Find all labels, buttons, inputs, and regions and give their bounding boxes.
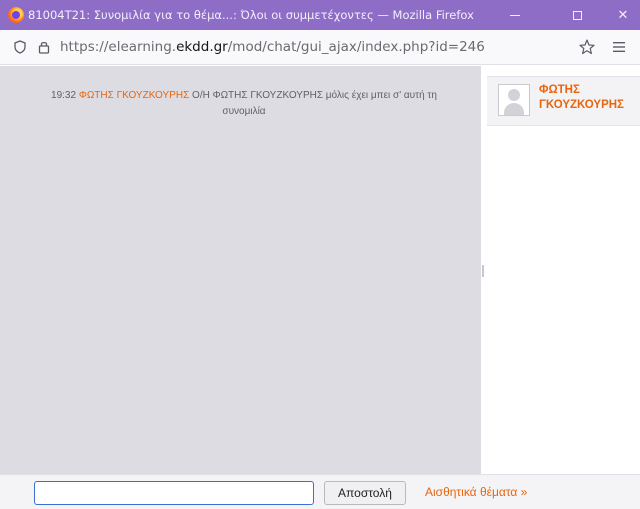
hamburger-menu-icon[interactable] [612, 40, 626, 54]
window-titlebar: 81004T21: Συνομιλία για το θέμα...: Όλοι… [0, 0, 640, 30]
url-prefix: https://elearning. [60, 39, 177, 55]
url-path: /mod/chat/gui_ajax/index.php?id=246 [227, 39, 485, 55]
user-name[interactable]: ΦΩΤΗΣ ΓΚΟΥΖΚΟΥΡΗΣ [539, 83, 639, 113]
maximize-icon [572, 10, 582, 20]
address-bar: https://elearning.ekdd.gr/mod/chat/gui_a… [0, 30, 640, 65]
themes-link[interactable]: Αισθητικά θέματα » [425, 485, 527, 499]
resize-grip[interactable] [482, 265, 484, 277]
message-input[interactable] [34, 481, 314, 505]
star-icon[interactable] [578, 38, 596, 56]
lock-icon[interactable] [38, 40, 50, 54]
window-title: 81004T21: Συνομιλία για το θέμα...: Όλοι… [28, 8, 474, 22]
shield-icon[interactable] [14, 40, 26, 54]
message-user[interactable]: ΦΩΤΗΣ ΓΚΟΥΖΚΟΥΡΗΣ [79, 90, 189, 101]
firefox-icon [8, 7, 24, 23]
url-field[interactable]: https://elearning.ekdd.gr/mod/chat/gui_a… [60, 39, 485, 56]
close-icon: ✕ [617, 7, 629, 23]
message-text: Ο/Η ΦΩΤΗΣ ΓΚΟΥΖΚΟΥΡΗΣ μόλις έχει μπει σ'… [192, 90, 437, 117]
send-button[interactable]: Αποστολή [324, 481, 406, 505]
composer-bar: Αποστολή Αισθητικά θέματα » [0, 474, 640, 509]
close-button[interactable]: ✕ [606, 0, 640, 30]
chat-message: 19:32 ΦΩΤΗΣ ΓΚΟΥΖΚΟΥΡΗΣ Ο/Η ΦΩΤΗΣ ΓΚΟΥΖΚ… [44, 88, 444, 120]
minimize-button[interactable] [498, 0, 532, 30]
avatar [498, 84, 530, 116]
url-domain: ekdd.gr [176, 39, 228, 55]
message-time: 19:32 [51, 90, 77, 101]
chat-users-panel: ΦΩΤΗΣ ΓΚΟΥΖΚΟΥΡΗΣ [485, 66, 640, 474]
chat-messages-panel: 19:32 ΦΩΤΗΣ ΓΚΟΥΖΚΟΥΡΗΣ Ο/Η ΦΩΤΗΣ ΓΚΟΥΖΚ… [0, 66, 481, 474]
user-list-item[interactable]: ΦΩΤΗΣ ΓΚΟΥΖΚΟΥΡΗΣ [487, 76, 640, 126]
maximize-button[interactable] [560, 0, 594, 30]
minimize-icon [510, 14, 520, 16]
